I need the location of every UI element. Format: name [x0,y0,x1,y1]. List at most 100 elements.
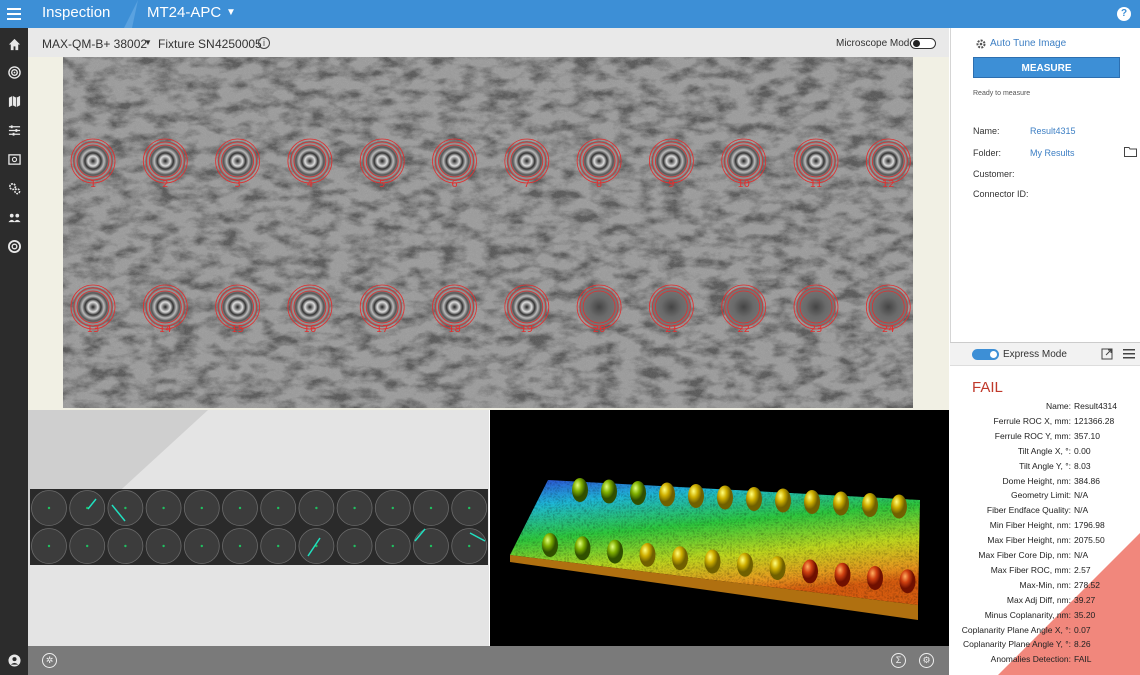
fiber-endface[interactable] [217,287,258,327]
ferrule-endface-image[interactable]: 1 2 3 4 5 6 7 8 9 10 11 12 13 14 15 16 17 18 19 20 21 22 23 24 [63,57,913,408]
folder-icon[interactable] [1124,146,1137,157]
user-icon[interactable] [7,653,21,667]
result-value: 384.86 [1074,475,1100,486]
fiber-number-label: 4 [306,179,314,190]
fiber-height-peak [899,569,916,594]
external-link-icon[interactable] [1101,348,1113,360]
fiber-endface[interactable] [723,141,764,181]
fiber-number-label: 23 [809,324,823,335]
result-value: 1796.98 [1074,520,1105,531]
chevron-down-icon[interactable]: ▼ [144,38,152,47]
bottom-bar: ✲ Σ ⚙ [28,646,949,675]
users-icon[interactable] [7,210,21,224]
support-icon[interactable] [7,239,21,253]
result-row: Ferrule ROC X, mm: 121366.28 [950,416,1140,431]
results-panel: FAIL Name: Result4314 Ferrule ROC X, mm: 12… [950,366,1140,675]
fiber-overview-strip[interactable] [30,489,488,565]
folder-label: Folder: [973,148,1002,158]
fiber-endface[interactable] [723,287,764,327]
fiber-endface[interactable] [289,287,330,327]
fiber-core-marker [200,544,203,548]
fiber-core-marker [47,506,51,510]
fiber-endface[interactable] [868,287,909,327]
fiber-endface[interactable] [579,287,620,327]
top-bar: Inspection MT24-APC ▼ ? [0,0,1140,28]
fiber-height-peak [737,552,753,577]
home-icon[interactable] [7,37,21,51]
fiber-core-marker [124,544,127,548]
fiber-endface[interactable] [434,141,475,181]
fiber-endface[interactable] [217,141,258,181]
express-mode-bar: Express Mode [950,342,1140,366]
chevron-down-icon[interactable]: ▼ [226,7,236,18]
fiber-endface[interactable] [506,287,547,327]
fiber-number-label: 15 [231,324,244,335]
hamburger-menu-icon[interactable] [1123,349,1135,359]
folder-value[interactable]: My Results [1030,148,1075,158]
3d-surface-view[interactable] [490,410,949,646]
name-label: Name: [973,126,1000,136]
help-icon[interactable]: ? [1117,7,1131,21]
result-value: 8.03 [1074,460,1091,471]
fiber-endface[interactable] [796,141,836,181]
connector-type-select[interactable]: MAX-QM-B+ 38002 [42,37,147,51]
express-mode-label: Express Mode [1003,349,1067,360]
fiber-number-label: 12 [881,179,895,190]
info-icon[interactable]: i [258,37,270,49]
fiber-endface[interactable] [145,287,186,327]
title-divider [124,0,138,28]
fiber-number-label: 18 [448,324,461,335]
fiber-endface[interactable] [868,141,909,181]
project-name[interactable]: MT24-APC [147,4,221,21]
fiber-endface[interactable] [362,287,403,327]
fiber-height-peak [802,559,818,584]
fiber-endface[interactable] [73,141,113,181]
auto-tune-link[interactable]: Auto Tune Image [990,38,1066,49]
fiber-number-label: 20 [592,324,606,335]
fiber-core-marker [277,506,280,510]
result-row: Tilt Angle Y, °: 8.03 [950,461,1140,476]
left-nav [0,28,28,675]
result-label: Max Fiber Height, nm: [987,535,1071,546]
result-label: Max Adj Diff, nm: [1006,594,1071,605]
fiber-height-peak [775,488,791,513]
aperture-icon[interactable]: ✲ [42,653,57,668]
fiber-core-marker [238,544,242,548]
fiber-height-peak [746,487,762,511]
result-label: Coplanarity Plane Angle Y, °: [963,639,1071,650]
settings-icon[interactable] [7,181,21,195]
fiber-height-peak [891,494,907,519]
gear-icon[interactable]: ⚙ [919,653,934,668]
fiber-endface[interactable] [73,287,113,327]
fiber-endface[interactable] [289,141,330,181]
result-row: Ferrule ROC Y, mm: 357.10 [950,431,1140,446]
fiber-endface[interactable] [579,141,620,181]
auto-tune-icon[interactable] [975,38,987,50]
fiber-endface[interactable] [506,141,547,181]
fiber-endface[interactable] [434,287,475,327]
fiber-endface[interactable] [796,287,836,327]
fiber-endface[interactable] [651,287,692,327]
gallery-icon[interactable] [7,152,21,166]
sliders-icon[interactable] [7,123,21,137]
result-value: N/A [1074,505,1089,516]
sigma-icon[interactable]: Σ [891,653,906,668]
name-value[interactable]: Result4315 [1030,126,1076,136]
menu-icon[interactable] [0,0,28,28]
result-label: Max-Min, nm: [1019,579,1071,590]
express-mode-toggle[interactable] [972,349,999,360]
fiber-core-marker [86,544,89,548]
fiber-number-label: 10 [737,179,751,190]
measure-button[interactable]: MEASURE [973,57,1120,78]
result-value: Result4314 [1074,401,1118,411]
fiber-height-peak [672,546,688,571]
fiber-height-peak [542,533,558,557]
target-icon[interactable] [7,65,21,79]
fiber-endface[interactable] [145,141,186,181]
result-row: Name: Result4314 [950,401,1140,416]
fiber-endface[interactable] [362,141,403,181]
fiber-endface[interactable] [651,141,692,181]
microscope-mode-toggle[interactable] [910,38,936,49]
result-label: Tilt Angle X, °: [1017,445,1071,456]
map-icon[interactable] [7,94,21,108]
